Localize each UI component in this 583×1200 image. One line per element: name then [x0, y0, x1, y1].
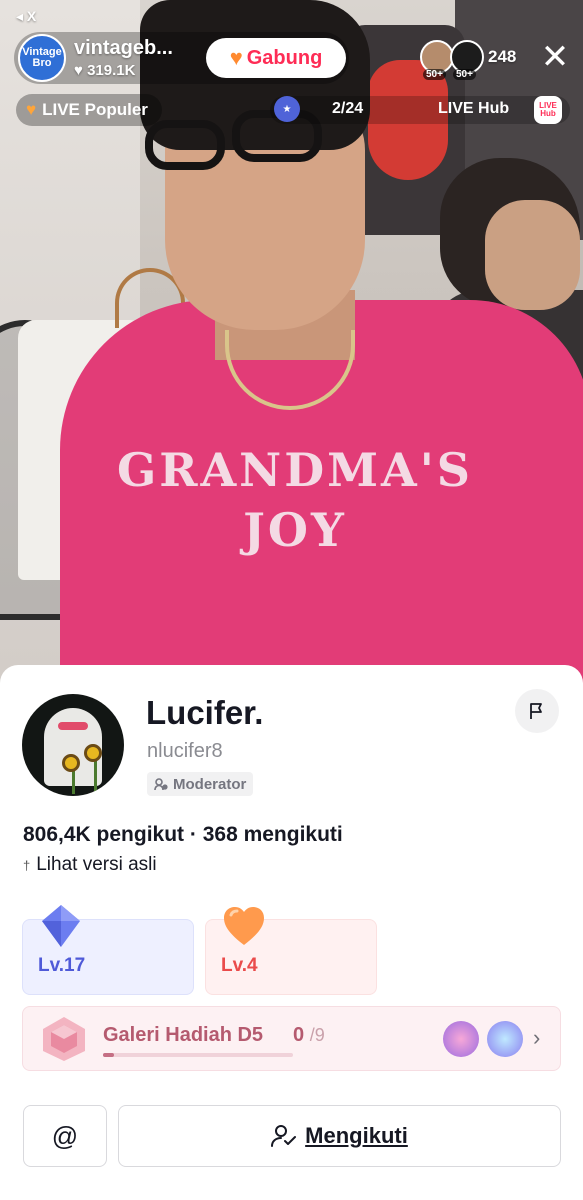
live-hub-label[interactable]: LIVE Hub	[438, 100, 509, 118]
gift-gallery-icon	[43, 1017, 85, 1061]
viewer-level-label: Lv.17	[38, 955, 86, 976]
heart-icon: ♥	[74, 62, 83, 79]
fan-club-level-label: Lv.4	[221, 955, 258, 976]
viewer-count[interactable]: 248	[488, 47, 516, 67]
host-likes-count: 319.1K	[87, 62, 136, 79]
chevron-right-icon: ›	[533, 1025, 541, 1050]
shirt-print: GRANDMA'S JOY	[116, 443, 474, 557]
profile-sheet: Lucifer. nlucifer8 Moderator 806,4K peng…	[0, 665, 583, 1200]
host-name[interactable]: vintageb...	[74, 37, 173, 60]
following-label: Mengikuti	[305, 1123, 408, 1148]
gift-icon	[487, 1021, 523, 1057]
following-button[interactable]: Mengikuti	[118, 1105, 561, 1167]
fan-club-level-card[interactable]: Lv.4	[205, 907, 377, 995]
heart-plus-icon: ♥	[229, 45, 243, 70]
sunflower	[84, 744, 102, 762]
profile-name: Lucifer.	[146, 694, 264, 731]
ranking-icon: ★	[274, 96, 300, 122]
heart-icon: ♥	[26, 100, 37, 119]
translate-icon: †	[23, 857, 31, 873]
top-viewer-avatar[interactable]: 50+	[450, 40, 484, 80]
mention-button[interactable]: @	[23, 1105, 107, 1167]
report-button[interactable]	[515, 689, 559, 733]
gift-gallery-progress	[103, 1053, 293, 1057]
see-original-link[interactable]: † Lihat versi asli	[23, 854, 157, 876]
back-to-app-link[interactable]: ◂ X	[16, 8, 36, 25]
live-popular-label: LIVE Populer	[42, 100, 148, 119]
viewer-rank-badge: 50+	[453, 69, 476, 80]
ghost-glasses	[58, 722, 88, 730]
diamond-icon	[42, 905, 80, 947]
moderator-label: Moderator	[173, 775, 247, 793]
moderator-badge: Moderator	[147, 772, 254, 796]
heart-badge-icon	[224, 907, 264, 945]
live-top-bar: ◂ X Vintage Bro vintageb... ♥ 319.1K ♥ G…	[0, 0, 583, 140]
gift-icon	[443, 1021, 479, 1057]
ranking-strip[interactable]	[270, 96, 570, 124]
join-label: Gabung	[246, 46, 323, 69]
close-icon[interactable]: ✕	[538, 40, 572, 74]
gift-gallery-collected: 0	[293, 1024, 305, 1046]
sunflower	[62, 754, 80, 772]
gift-gallery-count: 0 /9	[293, 1024, 325, 1047]
flag-icon	[530, 703, 542, 719]
follow-stats: 806,4K pengikut · 368 mengikuti	[23, 823, 343, 846]
profile-handle: nlucifer8	[147, 740, 223, 762]
top-viewer-avatar[interactable]: 50+	[420, 40, 454, 80]
see-original-label: Lihat versi asli	[36, 854, 157, 875]
gift-gallery-progress-fill	[103, 1053, 115, 1057]
ranking-position: 2/24	[332, 100, 364, 117]
gift-gallery-label: Galeri Hadiah D5	[103, 1024, 264, 1046]
moderator-icon	[154, 777, 168, 790]
host-avatar[interactable]: Vintage Bro	[18, 34, 66, 82]
user-check-icon	[271, 1125, 297, 1147]
viewer-level-card[interactable]: Lv.17	[22, 905, 194, 995]
live-popular-badge[interactable]: ♥ LIVE Populer	[16, 94, 162, 126]
gift-gallery-total: /9	[309, 1025, 325, 1045]
viewer-rank-badge: 50+	[423, 69, 446, 80]
profile-avatar[interactable]	[22, 694, 124, 796]
join-button[interactable]: ♥ Gabung	[206, 38, 346, 78]
gift-gallery-row[interactable]: Galeri Hadiah D5 0 /9 ›	[22, 1006, 561, 1071]
live-hub-icon[interactable]: LIVE Hub	[534, 96, 562, 124]
host-likes: ♥ 319.1K	[74, 62, 135, 79]
second-person-face	[485, 200, 580, 310]
